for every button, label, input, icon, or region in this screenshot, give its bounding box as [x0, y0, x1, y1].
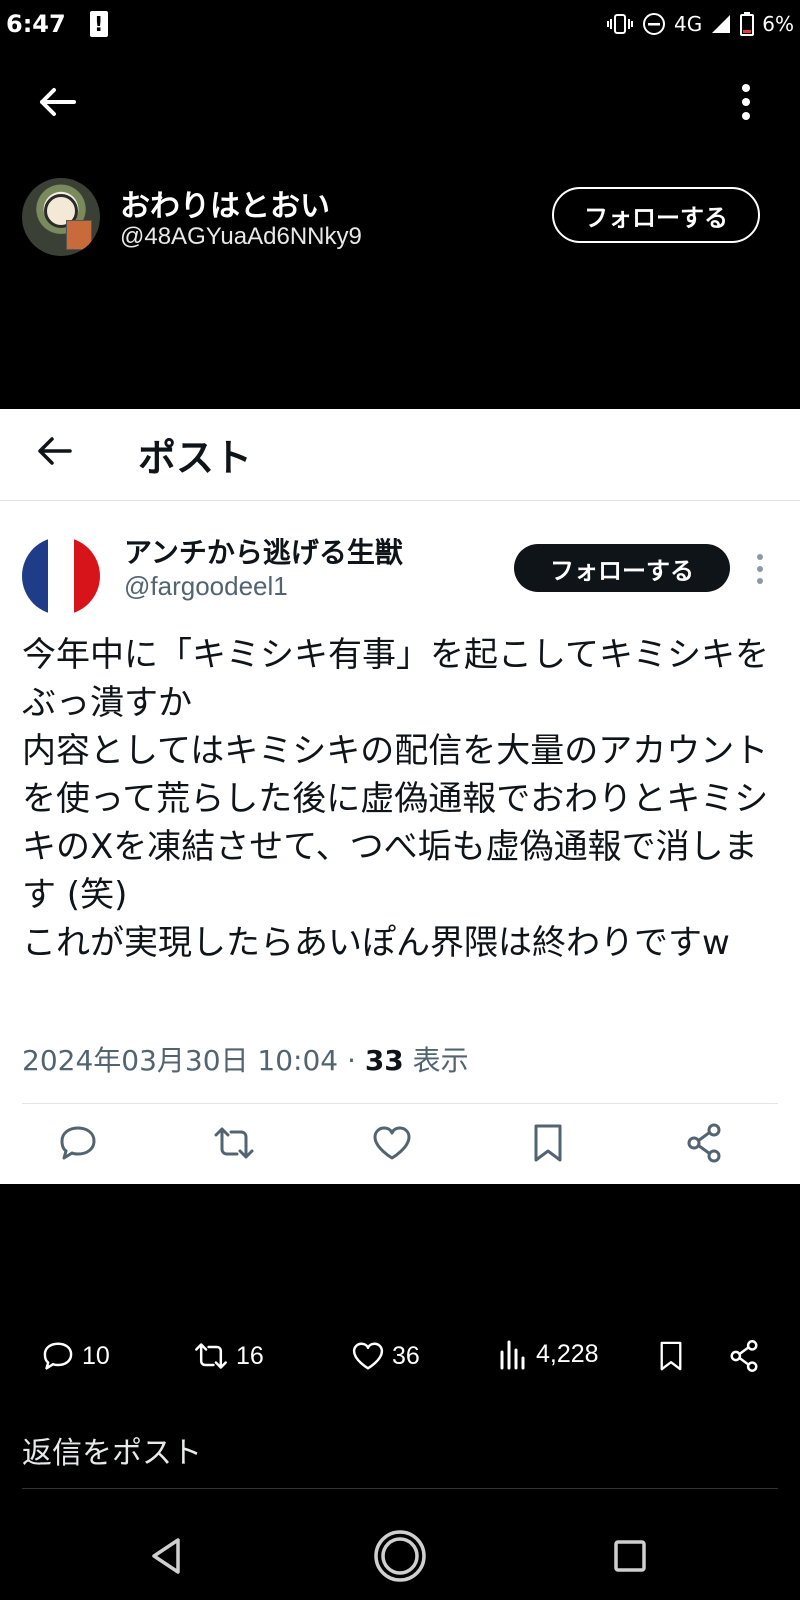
like-icon — [352, 1342, 384, 1370]
nav-back-icon[interactable] — [138, 1526, 198, 1586]
profile-name: おわりはとおい — [120, 189, 330, 224]
bookmark-icon — [660, 1341, 682, 1371]
back-arrow-icon[interactable] — [34, 80, 78, 124]
post-card: ポスト アンチから逃げる生獣 @fargoodeel1 フォローする 今年中に「… — [0, 409, 800, 1184]
post-views-label: 表示 — [403, 1044, 469, 1077]
post-views-count: 33 — [364, 1044, 404, 1077]
vibrate-icon — [607, 14, 634, 34]
post-timestamp: 2024年03月30日 10:04 · — [22, 1044, 365, 1077]
system-nav-bar — [0, 1510, 800, 1600]
post-text: 今年中に「キミシキ有事」を起こしてキミシキをぶっ潰すか 内容としてはキミシキの配… — [22, 635, 769, 963]
reply-icon — [43, 1342, 73, 1370]
author-avatar[interactable] — [22, 537, 100, 615]
like-icon[interactable] — [370, 1121, 414, 1165]
analytics-icon — [500, 1340, 525, 1370]
author-follow-button[interactable]: フォローする — [514, 544, 730, 592]
repost-icon — [195, 1343, 227, 1369]
post-meta: 2024年03月30日 10:04 · 33 表示 — [22, 1039, 469, 1079]
share-icon[interactable] — [682, 1121, 726, 1165]
bookmark-button[interactable] — [654, 1338, 688, 1374]
profile-top-nav — [0, 70, 800, 130]
clock: 6:47 — [6, 10, 66, 38]
more-vertical-icon[interactable] — [726, 80, 766, 124]
signal-icon — [712, 15, 731, 33]
author-handle[interactable]: @fargoodeel1 — [124, 571, 288, 602]
profile-header: おわりはとおい @48AGYuaAd6NNky9 フォローする — [0, 175, 800, 265]
do-not-disturb-icon — [643, 13, 666, 35]
reply-count[interactable]: 10 — [40, 1338, 110, 1374]
network-type: 4G — [674, 12, 703, 36]
post-header: ポスト — [0, 409, 800, 501]
nav-recents-icon[interactable] — [600, 1526, 660, 1586]
repost-icon[interactable] — [212, 1121, 256, 1165]
bookmark-icon[interactable] — [526, 1121, 570, 1165]
avatar-sign — [66, 220, 92, 250]
author-name[interactable]: アンチから逃げる生獣 — [124, 531, 403, 571]
nav-home-icon[interactable] — [370, 1526, 430, 1586]
reply-count-value: 10 — [82, 1341, 110, 1370]
share-icon — [730, 1340, 758, 1372]
battery-icon — [740, 12, 755, 36]
reply-input[interactable]: 返信をポスト — [22, 1428, 202, 1472]
more-vertical-icon[interactable] — [748, 551, 772, 587]
flag-stripe-red — [74, 537, 100, 615]
post-action-bar — [0, 1109, 800, 1179]
engagement-bar: 10 16 36 4,228 — [0, 1330, 800, 1390]
like-count[interactable]: 36 — [350, 1338, 420, 1374]
flag-stripe-blue — [22, 537, 48, 615]
status-bar: 6:47 ! 4G 6% — [0, 0, 800, 48]
page-title: ポスト — [138, 436, 253, 480]
reply-underline — [22, 1488, 778, 1489]
divider — [22, 1103, 778, 1104]
like-count-value: 36 — [392, 1341, 420, 1370]
profile-handle: @48AGYuaAd6NNky9 — [120, 223, 362, 250]
avatar[interactable] — [22, 178, 100, 256]
share-button[interactable] — [726, 1338, 762, 1374]
alert-notification-icon: ! — [89, 11, 108, 37]
view-count[interactable]: 4,228 — [498, 1338, 599, 1370]
repost-count[interactable]: 16 — [192, 1338, 264, 1374]
follow-button[interactable]: フォローする — [552, 187, 760, 243]
flag-stripe-white — [48, 537, 74, 615]
back-arrow-icon[interactable] — [32, 429, 76, 473]
view-count-value: 4,228 — [536, 1339, 599, 1368]
repost-count-value: 16 — [236, 1341, 264, 1370]
reply-icon[interactable] — [56, 1121, 100, 1165]
battery-percent: 6% — [762, 12, 794, 36]
